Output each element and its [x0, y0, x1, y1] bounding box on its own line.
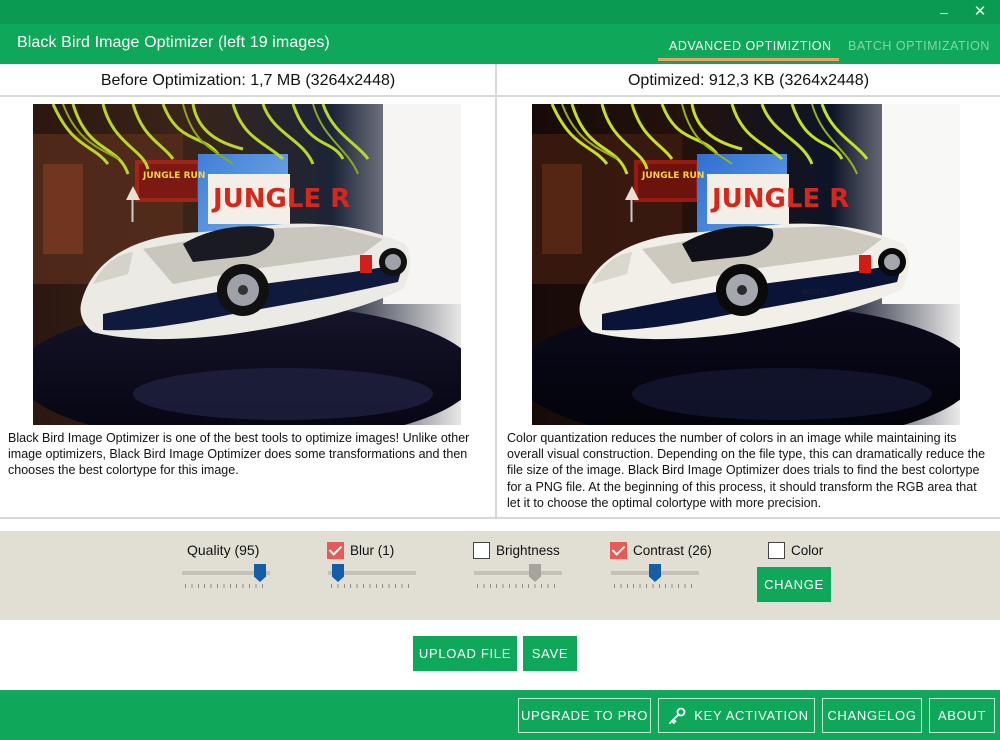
blur-slider-ticks: [331, 584, 413, 588]
sponsor-text: BOSCH: [802, 288, 827, 296]
race-car-photo-optimized: JUNGLE R JUNGLE RUN BOSCH: [532, 104, 960, 425]
tab-batch-optimization[interactable]: BATCH OPTIMIZATION: [848, 39, 990, 53]
adjustment-controls: Quality (95) Blur (1) Brightness Contras…: [0, 531, 1000, 620]
footer-bar: UPGRADE TO PRO KEY ACTIVATION CHANGELOG …: [0, 690, 1000, 740]
optimized-heading: Optimized: 912,3 KB (3264x2448): [497, 64, 1000, 97]
key-icon: [669, 707, 686, 724]
brightness-label: Brightness: [496, 543, 560, 558]
optimized-panel: Optimized: 912,3 KB (3264x2448) JUNGLE R…: [497, 64, 1000, 517]
quality-slider-ticks: [185, 584, 267, 588]
before-heading: Before Optimization: 1,7 MB (3264x2448): [0, 64, 496, 97]
blur-label: Blur (1): [350, 543, 395, 558]
before-description: Black Bird Image Optimizer is one of the…: [8, 431, 470, 478]
jungle-board-text: JUNGLE RUN: [142, 171, 205, 181]
window-titlebar: – ✕: [0, 0, 1000, 24]
quality-slider-thumb[interactable]: [254, 564, 266, 582]
before-image: JUNGLE R JUNGLE RUN BOSCH: [33, 104, 461, 425]
brightness-slider-track: [474, 571, 562, 575]
contrast-checkbox[interactable]: [610, 542, 627, 559]
sponsor-text: BOSCH: [303, 288, 328, 296]
blur-slider[interactable]: [328, 559, 416, 589]
brightness-slider[interactable]: [474, 559, 562, 589]
close-icon[interactable]: ✕: [970, 2, 990, 22]
app-title: Black Bird Image Optimizer (left 19 imag…: [17, 34, 330, 51]
upgrade-to-pro-button[interactable]: UPGRADE TO PRO: [518, 698, 651, 733]
blur-checkbox[interactable]: [327, 542, 344, 559]
key-activation-label: KEY ACTIVATION: [694, 708, 809, 723]
brightness-checkbox[interactable]: [473, 542, 490, 559]
brightness-slider-ticks: [477, 584, 559, 588]
jungle-board-text: JUNGLE RUN: [641, 171, 704, 181]
change-button[interactable]: CHANGE: [757, 567, 831, 602]
upload-file-button[interactable]: UPLOAD FILE: [413, 636, 517, 671]
contrast-label: Contrast (26): [633, 543, 712, 558]
optimized-image: JUNGLE R JUNGLE RUN BOSCH: [532, 104, 960, 425]
contrast-slider-thumb[interactable]: [649, 564, 661, 582]
contrast-slider-ticks: [614, 584, 696, 588]
save-button[interactable]: SAVE: [523, 636, 577, 671]
jungle-sign-text: JUNGLE R: [710, 184, 849, 214]
before-panel: Before Optimization: 1,7 MB (3264x2448): [0, 64, 496, 517]
app-header: Black Bird Image Optimizer (left 19 imag…: [0, 24, 1000, 64]
blur-slider-thumb[interactable]: [332, 564, 344, 582]
race-car-photo: JUNGLE R JUNGLE RUN BOSCH: [33, 104, 461, 425]
jungle-sign-text: JUNGLE R: [211, 184, 350, 214]
brightness-slider-thumb[interactable]: [529, 564, 541, 582]
quality-slider[interactable]: [182, 559, 270, 589]
color-checkbox[interactable]: [768, 542, 785, 559]
contrast-slider[interactable]: [611, 559, 699, 589]
about-button[interactable]: ABOUT: [929, 698, 995, 733]
changelog-button[interactable]: CHANGELOG: [822, 698, 922, 733]
comparison-panels: Before Optimization: 1,7 MB (3264x2448): [0, 64, 1000, 519]
quality-label: Quality (95): [187, 542, 260, 558]
tab-advanced-optimization[interactable]: ADVANCED OPTIMIZTION: [669, 39, 832, 53]
minimize-icon[interactable]: –: [934, 2, 954, 22]
key-activation-button[interactable]: KEY ACTIVATION: [658, 698, 815, 733]
color-label: Color: [791, 543, 824, 558]
active-tab-indicator: [658, 58, 839, 61]
optimized-description: Color quantization reduces the number of…: [507, 431, 986, 510]
